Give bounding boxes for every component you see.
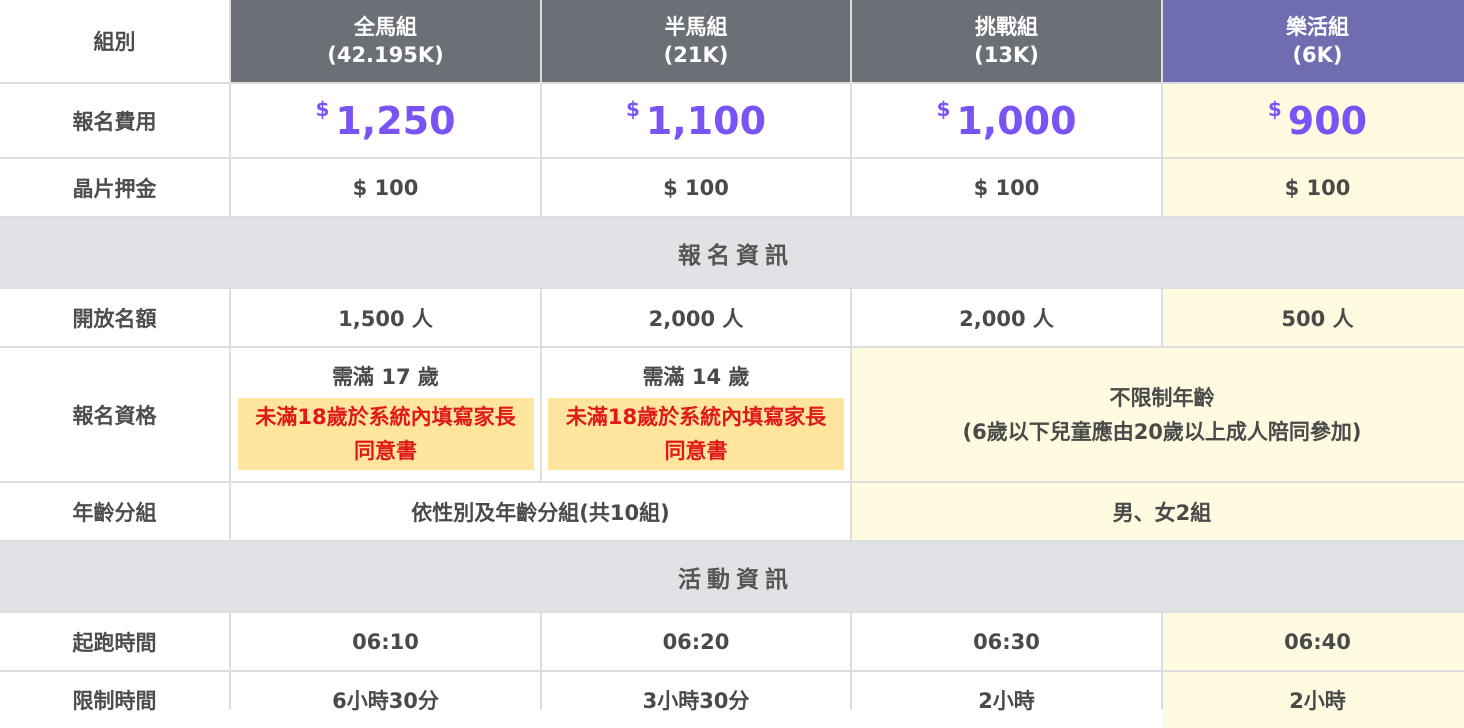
header-distance: (21K) [663,43,729,67]
header-challenge: 挑戰組 (13K) [852,0,1161,82]
header-name: 挑戰組 [975,15,1038,39]
fee-label: 報名費用 [0,84,229,157]
group-label: 組別 [0,0,229,82]
start-time-label: 起跑時間 [0,613,229,670]
note-line: 未滿18歲於系統內填寫家長 [565,404,827,429]
quota-full: 1,500 人 [231,289,540,346]
age-group-competitive: 依性別及年齡分組(共10組) [231,483,850,540]
currency-symbol: $ [625,96,640,121]
fee-half: $1,100 [542,84,850,157]
section-activity-info: 活動資訊 [0,542,1464,611]
start-time-challenge: 06:30 [852,613,1161,670]
time-limit-full: 6小時30分 [231,672,540,728]
deposit-challenge: $ 100 [852,159,1161,216]
eligibility-challenge-fun: 不限制年齡 (6歲以下兒童應由20歲以上成人陪同參加) [852,348,1464,481]
age-requirement: 需滿 17 歲 [332,364,439,389]
quota-label: 開放名額 [0,289,229,346]
fee-value: 1,000 [956,98,1077,143]
header-fun-run: 樂活組 (6K) [1163,0,1464,82]
note-line: 同意書 [354,438,417,463]
parental-consent-note: 未滿18歲於系統內填寫家長 同意書 [237,397,534,470]
age-requirement: 需滿 14 歲 [642,364,750,389]
fee-value: 1,250 [335,98,456,143]
quota-fun: 500 人 [1163,289,1464,346]
fee-value: 1,100 [645,98,767,143]
fee-challenge: $1,000 [852,84,1161,157]
currency-symbol: $ [1267,96,1282,121]
fee-fun: $900 [1163,84,1464,157]
time-limit-half: 3小時30分 [542,672,850,728]
deposit-fun: $ 100 [1163,159,1464,216]
quota-challenge: 2,000 人 [852,289,1161,346]
time-limit-challenge: 2小時 [852,672,1161,728]
header-half-marathon: 半馬組 (21K) [542,0,850,82]
age-group-label: 年齡分組 [0,483,229,540]
time-limit-label: 限制時間 [0,672,229,728]
note-line: 未滿18歲於系統內填寫家長 [255,404,516,429]
start-time-half: 06:20 [542,613,850,670]
eligibility-half: 需滿 14 歲 未滿18歲於系統內填寫家長 同意書 [542,348,850,481]
header-distance: (42.195K) [327,43,444,67]
child-accompany-note: (6歲以下兒童應由20歲以上成人陪同參加) [962,419,1362,444]
note-line: 同意書 [664,438,728,463]
deposit-full: $ 100 [231,159,540,216]
header-name: 半馬組 [664,15,728,39]
header-full-marathon: 全馬組 (42.195K) [231,0,540,82]
age-group-fun: 男、女2組 [852,483,1464,540]
header-distance: (6K) [1292,43,1343,67]
section-registration-info: 報名資訊 [0,218,1464,287]
deposit-label: 晶片押金 [0,159,229,216]
time-limit-fun: 2小時 [1163,672,1464,728]
currency-symbol: $ [936,96,951,121]
quota-half: 2,000 人 [542,289,850,346]
fee-full: $1,250 [231,84,540,157]
parental-consent-note: 未滿18歲於系統內填寫家長 同意書 [548,397,844,470]
currency-symbol: $ [315,96,330,121]
start-time-full: 06:10 [231,613,540,670]
start-time-fun: 06:40 [1163,613,1464,670]
header-name: 樂活組 [1286,15,1349,39]
header-name: 全馬組 [354,15,417,39]
header-distance: (13K) [974,43,1039,67]
race-comparison-table: 組別 全馬組 (42.195K) 半馬組 (21K) 挑戰組 (13K) 樂活組… [0,0,1464,728]
eligibility-full: 需滿 17 歲 未滿18歲於系統內填寫家長 同意書 [231,348,540,481]
fee-value: 900 [1287,98,1368,143]
eligibility-label: 報名資格 [0,348,229,481]
no-age-limit: 不限制年齡 [1109,385,1215,410]
deposit-half: $ 100 [542,159,850,216]
